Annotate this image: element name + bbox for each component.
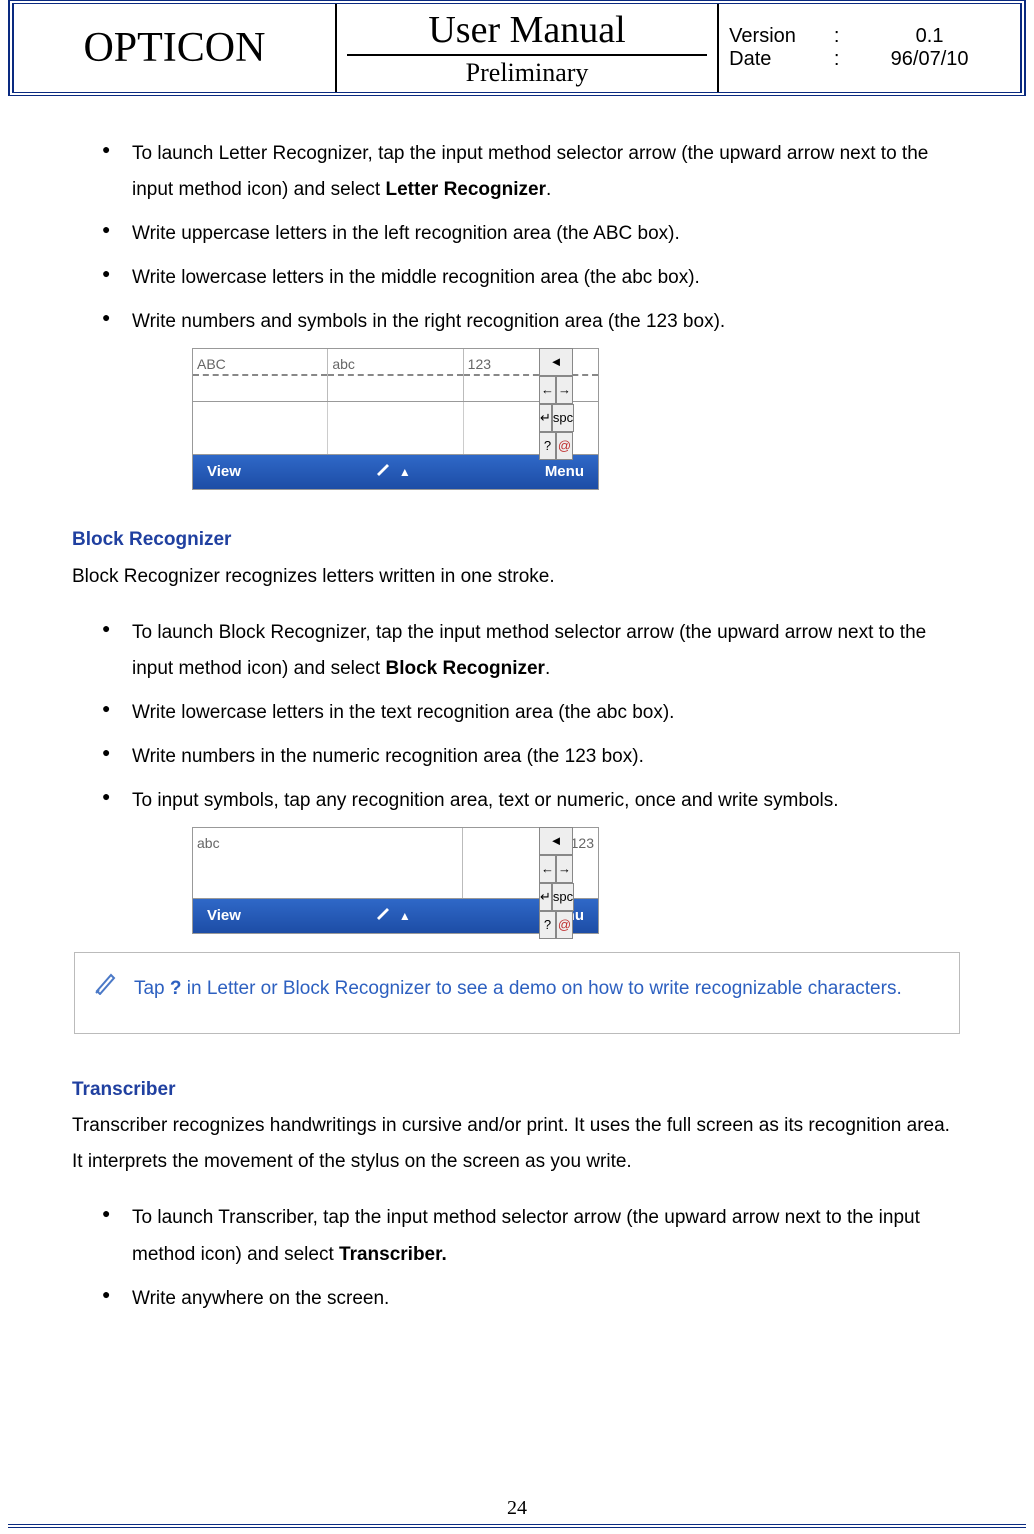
transcriber-list: To launch Transcriber, tap the input met…: [72, 1200, 962, 1316]
note-icon: [93, 969, 119, 1009]
transcriber-intro: Transcriber recognizes handwritings in c…: [72, 1108, 962, 1180]
block-heading: Block Recognizer: [72, 522, 962, 558]
block-intro: Block Recognizer recognizes letters writ…: [72, 559, 962, 595]
input-selector[interactable]: ▲: [375, 902, 411, 931]
symbol-button[interactable]: @: [556, 911, 573, 939]
num-area[interactable]: 123: [463, 828, 598, 898]
help-button[interactable]: ?: [539, 911, 556, 939]
symbol-button[interactable]: @: [556, 432, 573, 460]
footer-rule: [8, 1524, 1026, 1528]
list-item: To launch Transcriber, tap the input met…: [72, 1200, 962, 1272]
note-text-post: in Letter or Block Recognizer to see a d…: [181, 978, 901, 999]
abc-area[interactable]: abc: [193, 828, 463, 898]
input-selector[interactable]: ▲: [375, 458, 411, 487]
letter-recognizer-panel: ABC abc 123 View ▲ Menu: [192, 348, 599, 490]
abc-lower-area[interactable]: abc: [328, 349, 463, 401]
right-icon[interactable]: →: [556, 376, 573, 404]
block-list: To launch Block Recognizer, tap the inpu…: [72, 615, 962, 819]
enter-icon[interactable]: ↵: [539, 404, 552, 432]
doc-subtitle: Preliminary: [347, 56, 707, 88]
menu-button[interactable]: Menu: [545, 458, 584, 487]
help-button[interactable]: ?: [539, 432, 556, 460]
version-value: 0.1: [849, 25, 1010, 48]
pen-icon: [375, 458, 393, 487]
enter-icon[interactable]: ↵: [539, 883, 552, 911]
letter-list: To launch Letter Recognizer, tap the inp…: [72, 136, 962, 340]
sep: :: [824, 48, 849, 71]
brand: OPTICON: [14, 4, 336, 92]
view-button[interactable]: View: [207, 458, 241, 487]
date-value: 96/07/10: [849, 48, 1010, 71]
text: To launch Transcriber, tap the input met…: [132, 1207, 920, 1264]
space-button[interactable]: spc: [552, 404, 574, 432]
note-text-pre: Tap: [134, 978, 170, 999]
pen-icon: [375, 902, 393, 931]
soft-key-bar: View ▲ Menu: [193, 899, 598, 933]
version-label: Version: [729, 25, 824, 48]
list-item: Write lowercase letters in the middle re…: [72, 260, 962, 296]
list-item: To launch Letter Recognizer, tap the inp…: [72, 136, 962, 208]
left-icon[interactable]: ←: [539, 376, 556, 404]
space-button[interactable]: spc: [552, 883, 574, 911]
right-icon[interactable]: →: [556, 855, 573, 883]
bold-text: Letter Recognizer: [386, 179, 546, 200]
chevron-up-icon: ▲: [399, 461, 411, 484]
text: .: [546, 179, 551, 200]
view-button[interactable]: View: [207, 902, 241, 931]
backspace-icon[interactable]: ◄: [539, 348, 573, 376]
page-number: 24: [0, 1497, 1034, 1520]
num-area[interactable]: 123: [464, 349, 598, 401]
left-icon[interactable]: ←: [539, 855, 556, 883]
doc-title: User Manual: [347, 8, 707, 56]
transcriber-heading: Transcriber: [72, 1072, 962, 1108]
list-item: Write anywhere on the screen.: [72, 1281, 962, 1317]
title-cell: User Manual Preliminary: [336, 4, 718, 92]
date-label: Date: [729, 48, 824, 71]
bold-text: Block Recognizer: [386, 658, 545, 679]
soft-key-bar: View ▲ Menu: [193, 455, 598, 489]
list-item: Write uppercase letters in the left reco…: [72, 216, 962, 252]
text: .: [545, 658, 550, 679]
doc-header: OPTICON User Manual Preliminary Version …: [8, 0, 1026, 96]
side-buttons: ◄ ← → ↵ spc ? @: [539, 827, 573, 939]
note-q: ?: [170, 978, 182, 999]
block-recognizer-panel: abc 123 View ▲ Menu: [192, 827, 599, 934]
list-item: To launch Block Recognizer, tap the inpu…: [72, 615, 962, 687]
sep: :: [824, 25, 849, 48]
bold-text: Transcriber.: [339, 1244, 447, 1265]
content: To launch Letter Recognizer, tap the inp…: [0, 96, 1034, 1317]
list-item: Write numbers and symbols in the right r…: [72, 304, 962, 340]
chevron-up-icon: ▲: [399, 905, 411, 928]
list-item: Write lowercase letters in the text reco…: [72, 695, 962, 731]
tip-note: Tap ? in Letter or Block Recognizer to s…: [74, 952, 960, 1034]
backspace-icon[interactable]: ◄: [539, 827, 573, 855]
side-buttons: ◄ ← → ↵ spc ? @: [539, 348, 573, 460]
meta-cell: Version : 0.1 Date : 96/07/10: [718, 4, 1020, 92]
list-item: To input symbols, tap any recognition ar…: [72, 783, 962, 819]
list-item: Write numbers in the numeric recognition…: [72, 739, 962, 775]
abc-upper-area[interactable]: ABC: [193, 349, 328, 401]
